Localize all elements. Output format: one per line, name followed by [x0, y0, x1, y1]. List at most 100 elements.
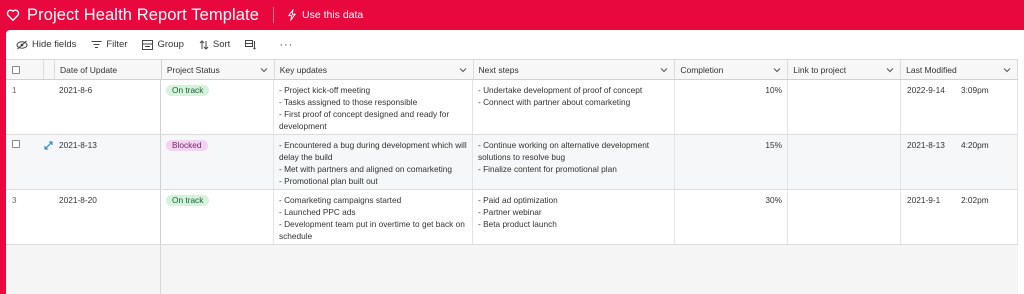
filter-icon	[91, 41, 102, 48]
chevron-down-icon[interactable]	[459, 66, 467, 74]
header-divider	[272, 7, 274, 23]
column-header-updates[interactable]: Key updates	[275, 60, 474, 79]
column-header-next-steps-label: Next steps	[478, 64, 519, 75]
select-all-checkbox[interactable]	[12, 66, 20, 74]
status-cell[interactable]: On track	[161, 190, 274, 244]
chevron-down-icon[interactable]	[1003, 66, 1011, 74]
hide-fields-button[interactable]: Hide fields	[16, 39, 76, 50]
column-header-link-label: Link to project	[793, 64, 847, 75]
sort-label: Sort	[212, 39, 231, 50]
table-row[interactable]: 3 2021-8-20 On track - Comarketing campa…	[6, 190, 1018, 245]
grid-empty-area	[6, 245, 161, 294]
column-header-date-label: Date of Update	[59, 64, 118, 75]
update-line: schedule	[279, 231, 313, 241]
column-header-last-modified[interactable]: Last Modified	[901, 60, 1019, 79]
link-cell[interactable]	[788, 80, 901, 134]
date-cell[interactable]: 2021-8-6	[54, 80, 161, 134]
completion-cell[interactable]: 10%	[675, 80, 788, 134]
grid-header-row: Date of Update Project Status Key update…	[6, 60, 1019, 80]
column-header-date[interactable]: Date of Update	[55, 60, 162, 79]
next-step-line: - Paid ad optimization	[478, 195, 558, 205]
chevron-down-icon[interactable]	[260, 66, 268, 74]
column-header-status-label: Project Status	[166, 64, 220, 75]
status-badge: Blocked	[166, 140, 208, 151]
row-number: 3	[12, 196, 17, 205]
last-modified-cell[interactable]: 2022-9-14 3:09pm	[901, 80, 1018, 134]
modified-date: 2022-9-14	[907, 85, 945, 95]
next-steps-cell[interactable]: - Undertake development of proof of conc…	[473, 80, 675, 134]
view-toolbar: Hide fields Filter Group Sort ···	[6, 30, 1024, 59]
completion-cell[interactable]: 30%	[675, 190, 788, 244]
next-step-line: - Undertake development of proof of conc…	[478, 85, 643, 95]
expand-cell	[44, 80, 54, 134]
update-line: - Development team put in overtime to ge…	[279, 219, 465, 229]
update-line: - Launched PPC ads	[279, 207, 356, 217]
update-line: - First proof of concept designed and re…	[279, 109, 450, 119]
link-cell[interactable]	[788, 135, 901, 189]
chevron-down-icon[interactable]	[660, 66, 668, 74]
modified-date: 2021-9-1	[907, 195, 941, 205]
status-badge: On track	[166, 85, 210, 96]
column-header-next-steps[interactable]: Next steps	[474, 60, 676, 79]
modified-time: 3:09pm	[961, 85, 989, 95]
sort-button[interactable]: Sort	[199, 39, 230, 50]
modified-date: 2021-8-13	[907, 140, 945, 150]
update-line: - Project kick-off meeting	[279, 85, 371, 95]
next-step-line: solutions to resolve bug	[478, 152, 566, 162]
status-cell[interactable]: On track	[161, 80, 274, 134]
last-modified-cell[interactable]: 2021-9-1 2:02pm	[901, 190, 1018, 244]
expand-cell	[44, 190, 54, 244]
records-grid: Date of Update Project Status Key update…	[6, 59, 1019, 294]
next-step-line: - Finalize content for promotional plan	[478, 164, 617, 174]
next-steps-cell[interactable]: - Continue working on alternative develo…	[473, 135, 675, 189]
expand-record-icon[interactable]	[44, 141, 53, 150]
heart-icon	[6, 8, 20, 22]
row-number-cell: 1	[6, 80, 44, 134]
table-row[interactable]: 1 2021-8-6 On track - Project kick-off m…	[6, 80, 1018, 135]
filter-label: Filter	[106, 39, 128, 50]
hide-fields-label: Hide fields	[32, 39, 77, 50]
column-header-status[interactable]: Project Status	[162, 60, 275, 79]
sort-icon	[199, 39, 209, 50]
column-header-completion[interactable]: Completion	[675, 60, 789, 79]
row-checkbox[interactable]	[12, 140, 20, 148]
key-updates-cell[interactable]: - Comarketing campaigns started - Launch…	[274, 190, 473, 244]
modified-time: 4:20pm	[961, 140, 989, 150]
more-options-icon[interactable]: ···	[279, 39, 293, 51]
status-cell[interactable]: Blocked	[161, 135, 274, 189]
row-height-icon	[245, 39, 257, 50]
update-line: - Encountered a bug during development w…	[279, 140, 467, 150]
next-step-line: - Beta product launch	[478, 219, 557, 229]
group-button[interactable]: Group	[142, 39, 184, 50]
update-line: development	[279, 121, 327, 131]
completion-cell[interactable]: 15%	[675, 135, 788, 189]
next-step-line: - Partner webinar	[478, 207, 542, 217]
update-line: - Comarketing campaigns started	[279, 195, 402, 205]
last-modified-cell[interactable]: 2021-8-13 4:20pm	[901, 135, 1018, 189]
row-number-cell: 3	[6, 190, 44, 244]
link-cell[interactable]	[788, 190, 901, 244]
key-updates-cell[interactable]: - Encountered a bug during development w…	[274, 135, 473, 189]
update-line: delay the build	[279, 152, 333, 162]
row-height-button[interactable]	[245, 39, 260, 50]
next-steps-cell[interactable]: - Paid ad optimization - Partner webinar…	[473, 190, 675, 244]
filter-button[interactable]: Filter	[91, 39, 127, 50]
chevron-down-icon[interactable]	[773, 66, 781, 74]
use-this-data-button[interactable]: Use this data	[287, 9, 363, 21]
date-cell[interactable]: 2021-8-13	[54, 135, 161, 189]
table-row[interactable]: 2021-8-13 Blocked - Encountered a bug du…	[6, 135, 1018, 190]
update-line: - Promotional plan built out	[279, 176, 378, 186]
chevron-down-icon[interactable]	[886, 66, 894, 74]
key-updates-cell[interactable]: - Project kick-off meeting - Tasks assig…	[274, 80, 473, 134]
column-header-last-modified-label: Last Modified	[906, 64, 957, 75]
base-title: Project Health Report Template	[27, 5, 259, 24]
row-select-cell	[6, 135, 44, 189]
bolt-icon	[287, 9, 297, 21]
expand-spacer	[44, 60, 55, 79]
column-header-link[interactable]: Link to project	[788, 60, 902, 79]
app-header: Project Health Report Template Use this …	[0, 0, 1024, 30]
date-cell[interactable]: 2021-8-20	[54, 190, 161, 244]
column-header-updates-label: Key updates	[279, 64, 328, 75]
next-step-line: - Continue working on alternative develo…	[478, 140, 650, 150]
grid-panel: Hide fields Filter Group Sort ··· Date o…	[6, 30, 1024, 294]
